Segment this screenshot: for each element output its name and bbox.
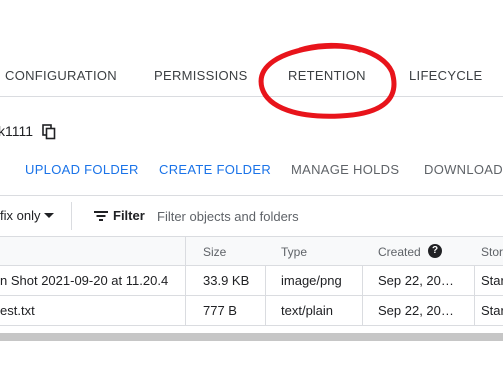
filter-label: Filter [113, 208, 145, 223]
filter-separator [71, 202, 72, 230]
tab-permissions[interactable]: PERMISSIONS [154, 68, 248, 83]
file-storage-class: Star [481, 273, 503, 288]
row-divider [0, 295, 503, 296]
tab-configuration[interactable]: CONFIGURATION [5, 68, 117, 83]
tab-lifecycle[interactable]: LIFECYCLE [409, 68, 483, 83]
file-name-link[interactable]: est.txt [0, 303, 180, 318]
horizontal-scrollbar[interactable] [0, 333, 503, 341]
row-divider [0, 265, 503, 266]
file-created: Sep 22, 20… [378, 273, 454, 288]
help-icon[interactable]: ? [428, 244, 442, 258]
file-size: 777 B [203, 303, 237, 318]
tab-retention[interactable]: RETENTION [288, 68, 366, 83]
download-button[interactable]: DOWNLOAD [424, 162, 503, 177]
row-divider [0, 325, 503, 326]
tabs-divider [0, 96, 503, 97]
actions-divider [0, 195, 503, 196]
file-storage-class: Star [481, 303, 503, 318]
create-folder-button[interactable]: CREATE FOLDER [159, 162, 271, 177]
column-header-size[interactable]: Size [203, 245, 226, 259]
manage-holds-button[interactable]: MANAGE HOLDS [291, 162, 399, 177]
prefix-mode-dropdown[interactable]: fix only [0, 208, 40, 223]
column-divider [265, 265, 266, 325]
annotation-circle [258, 42, 397, 119]
column-divider [185, 237, 186, 325]
filter-icon [94, 211, 108, 221]
column-header-storage[interactable]: Stor [481, 245, 503, 259]
file-name-link[interactable]: n Shot 2021-09-20 at 11.20.4 [0, 273, 180, 288]
column-header-type[interactable]: Type [281, 245, 307, 259]
upload-folder-button[interactable]: UPLOAD FOLDER [25, 162, 139, 177]
column-divider [474, 265, 475, 325]
file-size: 33.9 KB [203, 273, 250, 288]
bucket-name: k1111 [0, 123, 34, 139]
chevron-down-icon[interactable] [44, 213, 54, 218]
file-type: image/png [281, 273, 342, 288]
filter-input[interactable] [157, 206, 477, 226]
column-header-created[interactable]: Created [378, 245, 421, 259]
column-divider [362, 265, 363, 325]
file-created: Sep 22, 20… [378, 303, 454, 318]
file-type: text/plain [281, 303, 334, 318]
copy-icon[interactable] [42, 124, 56, 140]
